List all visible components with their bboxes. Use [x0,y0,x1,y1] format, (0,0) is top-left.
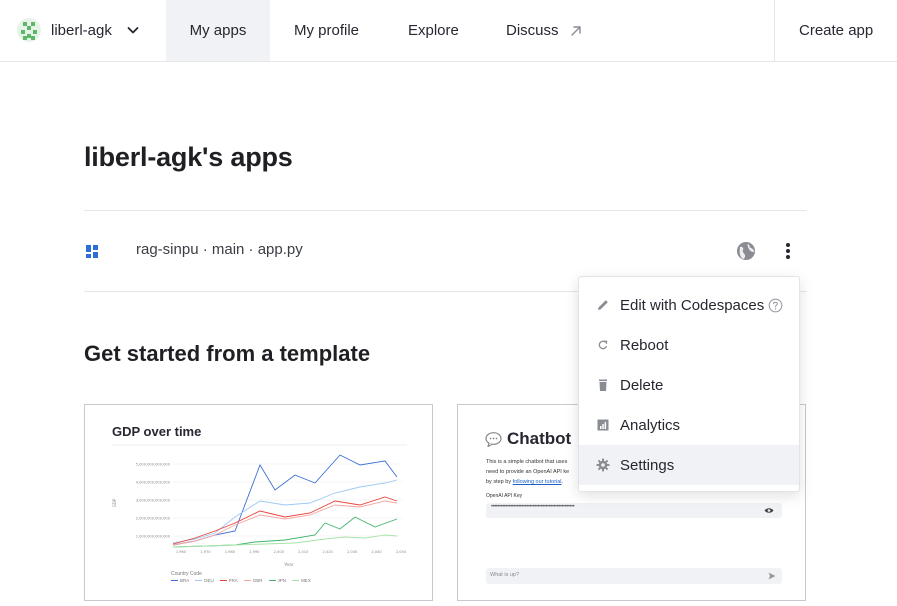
gdp-x-tick: 2,000 [274,550,285,554]
section-title: Get started from a template [84,341,371,366]
workspace-switcher[interactable]: liberl-agk [17,14,140,46]
menu-item-analytics[interactable]: Analytics [579,405,799,445]
api-key-value: ••••••••••••••••••••••••••••••••••••••••… [491,504,575,510]
create-app-button[interactable]: Create app [799,0,873,61]
legend-swatch [171,579,178,582]
legend-swatch [292,579,300,582]
gdp-series-line-mex [172,534,398,548]
gdp-legend: BRA DEU FRA GBR JPN MEX [171,578,311,583]
api-key-field-preview: ••••••••••••••••••••••••••••••••••••••••… [486,503,782,518]
tab-my-apps[interactable]: My apps [166,0,270,61]
send-icon [768,572,776,580]
gdp-x-tick: 1,980 [225,550,236,554]
gdp-series-line-gbr [172,500,398,546]
menu-item-settings[interactable]: Settings [579,445,799,485]
app-name-link[interactable]: rag-sinpu · main · app.py [136,241,303,258]
workspace-name: liberl-agk [51,21,112,39]
gdp-legend-item: DEU [195,578,214,583]
gdp-x-tick: 1,970 [200,550,211,554]
legend-label: BRA [180,578,190,583]
reboot-icon [598,340,608,350]
menu-item-label: Reboot [620,336,669,354]
tutorial-link: following our tutorial [512,479,562,485]
menu-item-label: Settings [620,456,675,474]
eye-icon [764,508,774,513]
gdp-legend-item: GBR [243,578,263,583]
tab-label: Discuss [506,22,559,39]
app-options-menu: Edit with Codespaces Reboot Delete Analy… [578,276,800,492]
globe-icon[interactable] [736,241,756,261]
pencil-icon [598,300,608,310]
gdp-y-label: GDP [112,498,117,507]
tab-label: My apps [189,22,247,39]
gdp-legend-title: Country Code [171,571,202,577]
gdp-x-tick: 1,990 [249,550,260,554]
legend-swatch [243,579,251,582]
legend-label: DEU [204,578,214,583]
gdp-legend-item: MEX [292,578,311,583]
chat-input-preview: What is up? [486,568,782,584]
gdp-y-tick: 1,000,000,000,000 [136,535,171,539]
page-title: liberl-agk's apps [84,142,293,172]
menu-item-reboot[interactable]: Reboot [579,325,799,365]
workspace-avatar [17,18,41,42]
legend-label: FRA [228,578,238,583]
tab-label: My profile [294,22,360,39]
trash-icon [599,379,607,391]
app-grid-icon [86,245,98,258]
chatbot-preview-title: Chatbot [485,429,571,449]
legend-label: MEX [301,578,311,583]
analytics-icon [597,419,609,431]
menu-item-delete[interactable]: Delete [579,365,799,405]
menu-item-label: Delete [620,376,664,394]
chevron-down-icon [127,27,139,34]
speech-bubble-icon [485,431,502,447]
chat-placeholder: What is up? [490,572,520,578]
legend-label: JPN [277,578,287,583]
api-key-label: OpenAI API Key [486,493,523,499]
external-link-icon [570,25,581,36]
more-options-icon[interactable] [780,241,796,261]
tab-my-profile[interactable]: My profile [294,0,359,61]
gdp-series-line-jpn [172,516,398,548]
legend-label: GBR [252,578,263,583]
gear-icon [596,458,610,472]
gdp-x-label: Year [283,562,294,568]
gdp-x-tick: 1,960 [176,550,187,554]
legend-swatch [268,579,276,582]
tab-label: Explore [408,22,459,39]
template-card-gdp[interactable]: GDP over time 5,000,000,000,000 4,000,000… [84,404,433,601]
help-icon[interactable] [768,298,783,313]
gdp-legend-item: JPN [268,578,287,583]
app-row[interactable]: rag-sinpu · main · app.py [84,232,807,270]
gdp-legend-item: BRA [171,578,189,583]
gdp-y-tick: 2,000,000,000,000 [136,517,171,521]
gdp-x-tick: 2,010 [298,550,309,554]
gdp-x-tick: 2,040 [371,550,382,554]
gdp-y-tick: 5,000,000,000,000 [136,463,171,467]
legend-swatch [219,579,227,582]
gdp-preview-chart: 5,000,000,000,000 4,000,000,000,000 3,000,… [112,444,407,568]
divider [84,210,807,211]
gdp-y-tick: 4,000,000,000,000 [136,481,171,485]
tab-discuss[interactable]: Discuss [506,0,583,61]
chatbot-title-text: Chatbot [507,429,572,448]
gdp-x-tick: 2,020 [323,550,334,554]
nav-divider [774,0,775,61]
gdp-x-tick: 2,050 [396,550,407,554]
menu-item-label: Analytics [620,416,681,434]
gdp-series-line-fra [172,496,398,545]
menu-item-edit-with-codespaces[interactable]: Edit with Codespaces [579,285,799,325]
desc-text: by step by [486,479,512,485]
menu-item-label: Edit with Codespaces [620,296,765,314]
legend-swatch [195,579,203,582]
gdp-x-tick: 2,030 [347,550,358,554]
tab-explore[interactable]: Explore [408,0,459,61]
gdp-legend-item: FRA [219,578,238,583]
create-app-label: Create app [799,22,874,39]
top-navigation: liberl-agk My apps My profile Explore Di… [0,0,897,62]
gdp-y-tick: 3,000,000,000,000 [136,499,171,503]
